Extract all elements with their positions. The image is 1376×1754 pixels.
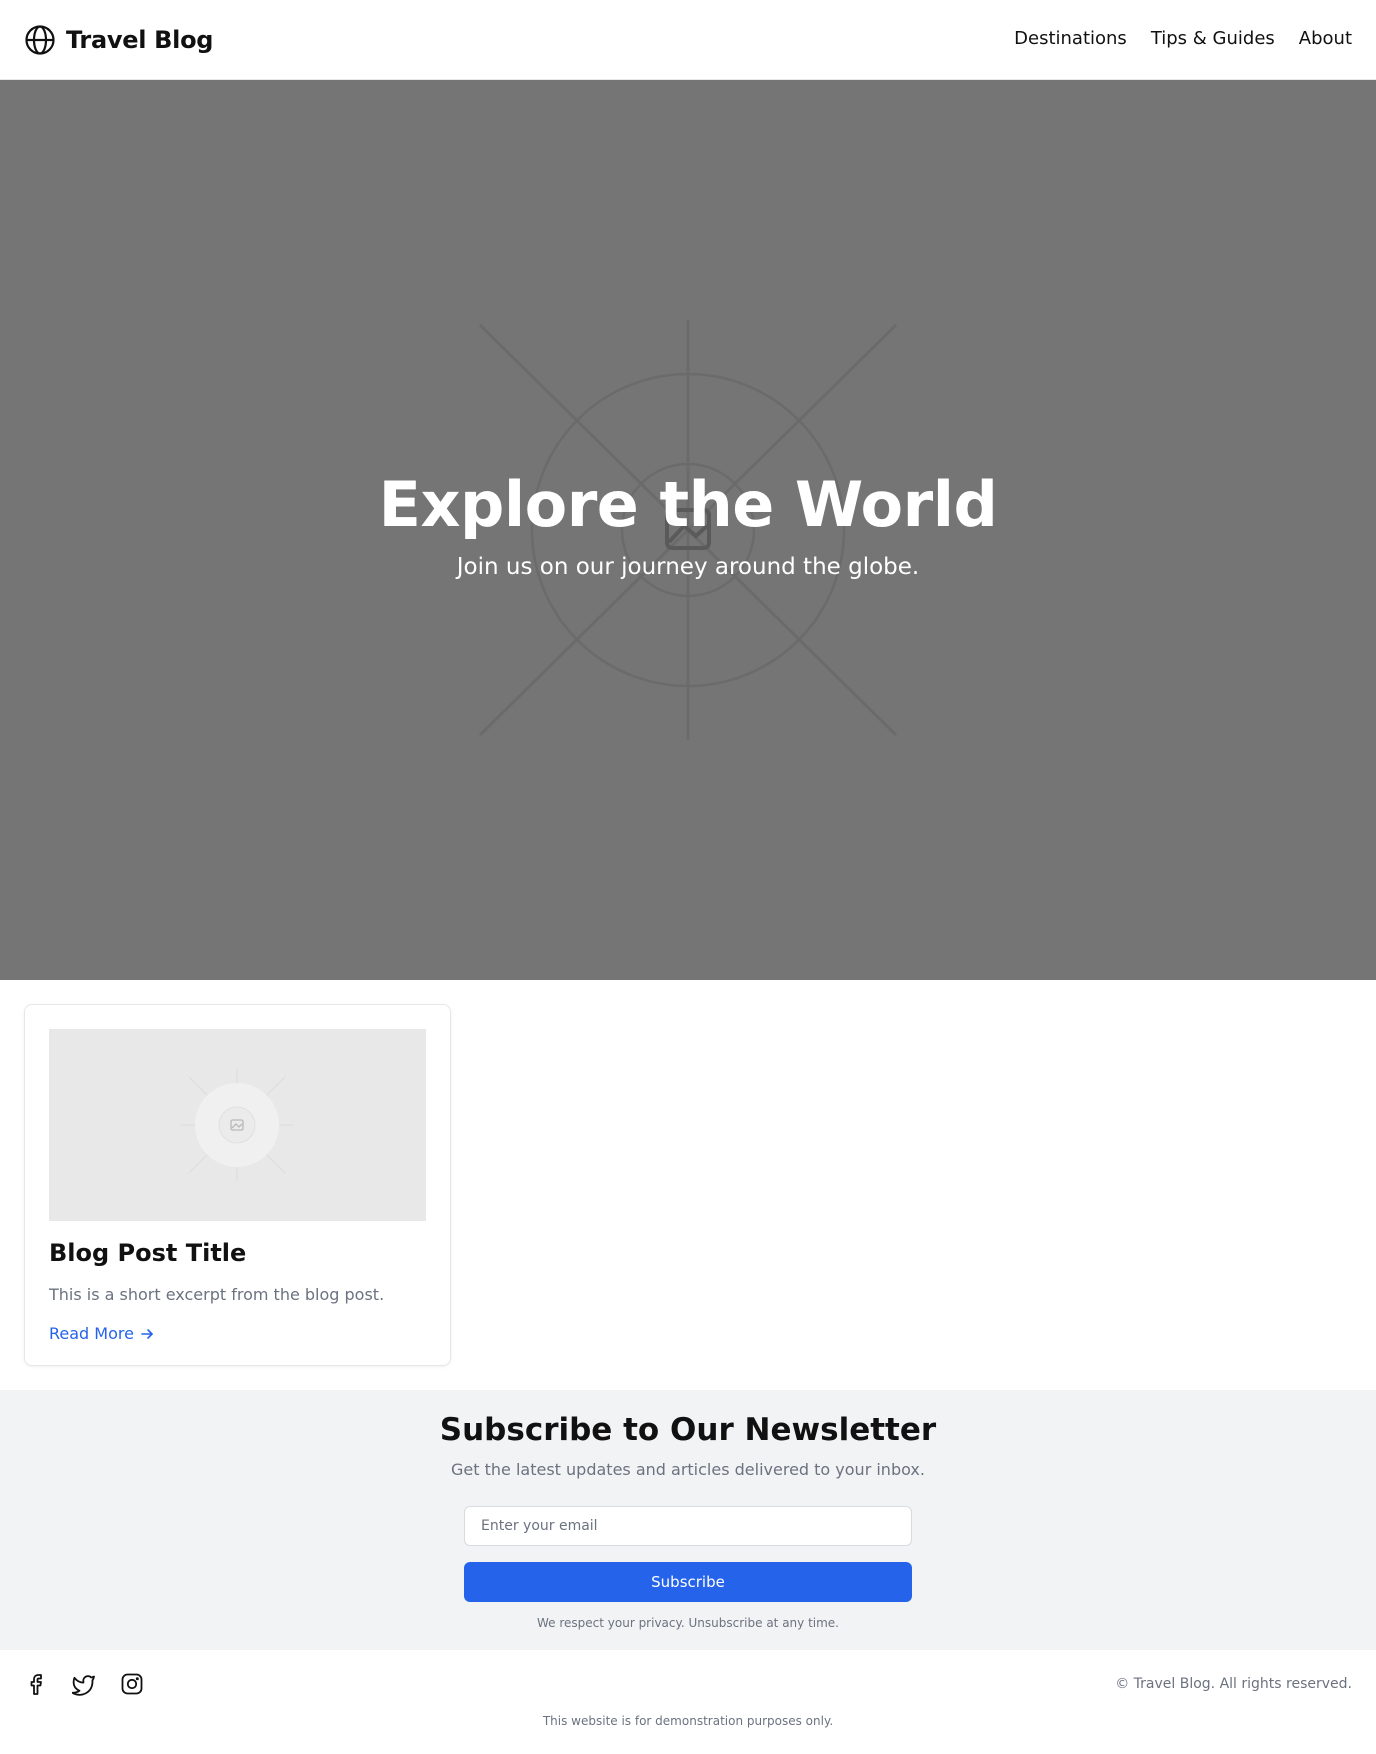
- blog-post-image[interactable]: [49, 1029, 426, 1221]
- arrow-right-icon: [141, 1328, 153, 1339]
- privacy-note: We respect your privacy. Unsubscribe at …: [536, 1616, 839, 1630]
- read-more-label: Read More: [49, 1324, 134, 1343]
- nav-about[interactable]: About: [1299, 28, 1352, 49]
- twitter-icon[interactable]: [72, 1672, 96, 1696]
- nav-tips-guides[interactable]: Tips & Guides: [1151, 28, 1275, 49]
- facebook-icon[interactable]: [24, 1672, 48, 1696]
- read-more-link[interactable]: Read More: [49, 1324, 154, 1343]
- main-nav: Destinations Tips & Guides About: [1014, 28, 1352, 49]
- hero-title: Explore the World: [378, 468, 998, 541]
- globe-icon: [25, 25, 55, 55]
- newsletter-title: Subscribe to Our Newsletter: [439, 1412, 937, 1448]
- image-placeholder-icon: [181, 1069, 293, 1181]
- hero-banner: Explore the World Join us on our journey…: [0, 80, 1376, 980]
- copyright-text: © Travel Blog. All rights reserved.: [1115, 1676, 1352, 1692]
- disclaimer-text: This website is for demonstration purpos…: [542, 1714, 834, 1728]
- newsletter-section: Subscribe to Our Newsletter Get the late…: [0, 1390, 1376, 1650]
- site-header: Travel Blog Destinations Tips & Guides A…: [0, 0, 1376, 80]
- blog-post-title[interactable]: Blog Post Title: [49, 1239, 246, 1267]
- hero-content: Explore the World Join us on our journey…: [0, 468, 1376, 582]
- brand-logo-link[interactable]: Travel Blog: [24, 22, 213, 58]
- site-footer: © Travel Blog. All rights reserved. This…: [0, 1650, 1376, 1754]
- blog-post-excerpt: This is a short excerpt from the blog po…: [49, 1285, 385, 1304]
- blog-post-card: Blog Post Title This is a short excerpt …: [24, 1004, 451, 1366]
- subscribe-button[interactable]: Subscribe: [464, 1562, 912, 1602]
- newsletter-subtitle: Get the latest updates and articles deli…: [451, 1460, 925, 1479]
- hero-subtitle: Join us on our journey around the globe.: [456, 554, 920, 580]
- email-input[interactable]: [464, 1506, 912, 1546]
- social-links: [24, 1672, 144, 1696]
- nav-destinations[interactable]: Destinations: [1014, 28, 1127, 49]
- instagram-icon[interactable]: [120, 1672, 144, 1696]
- brand-name: Travel Blog: [66, 26, 214, 54]
